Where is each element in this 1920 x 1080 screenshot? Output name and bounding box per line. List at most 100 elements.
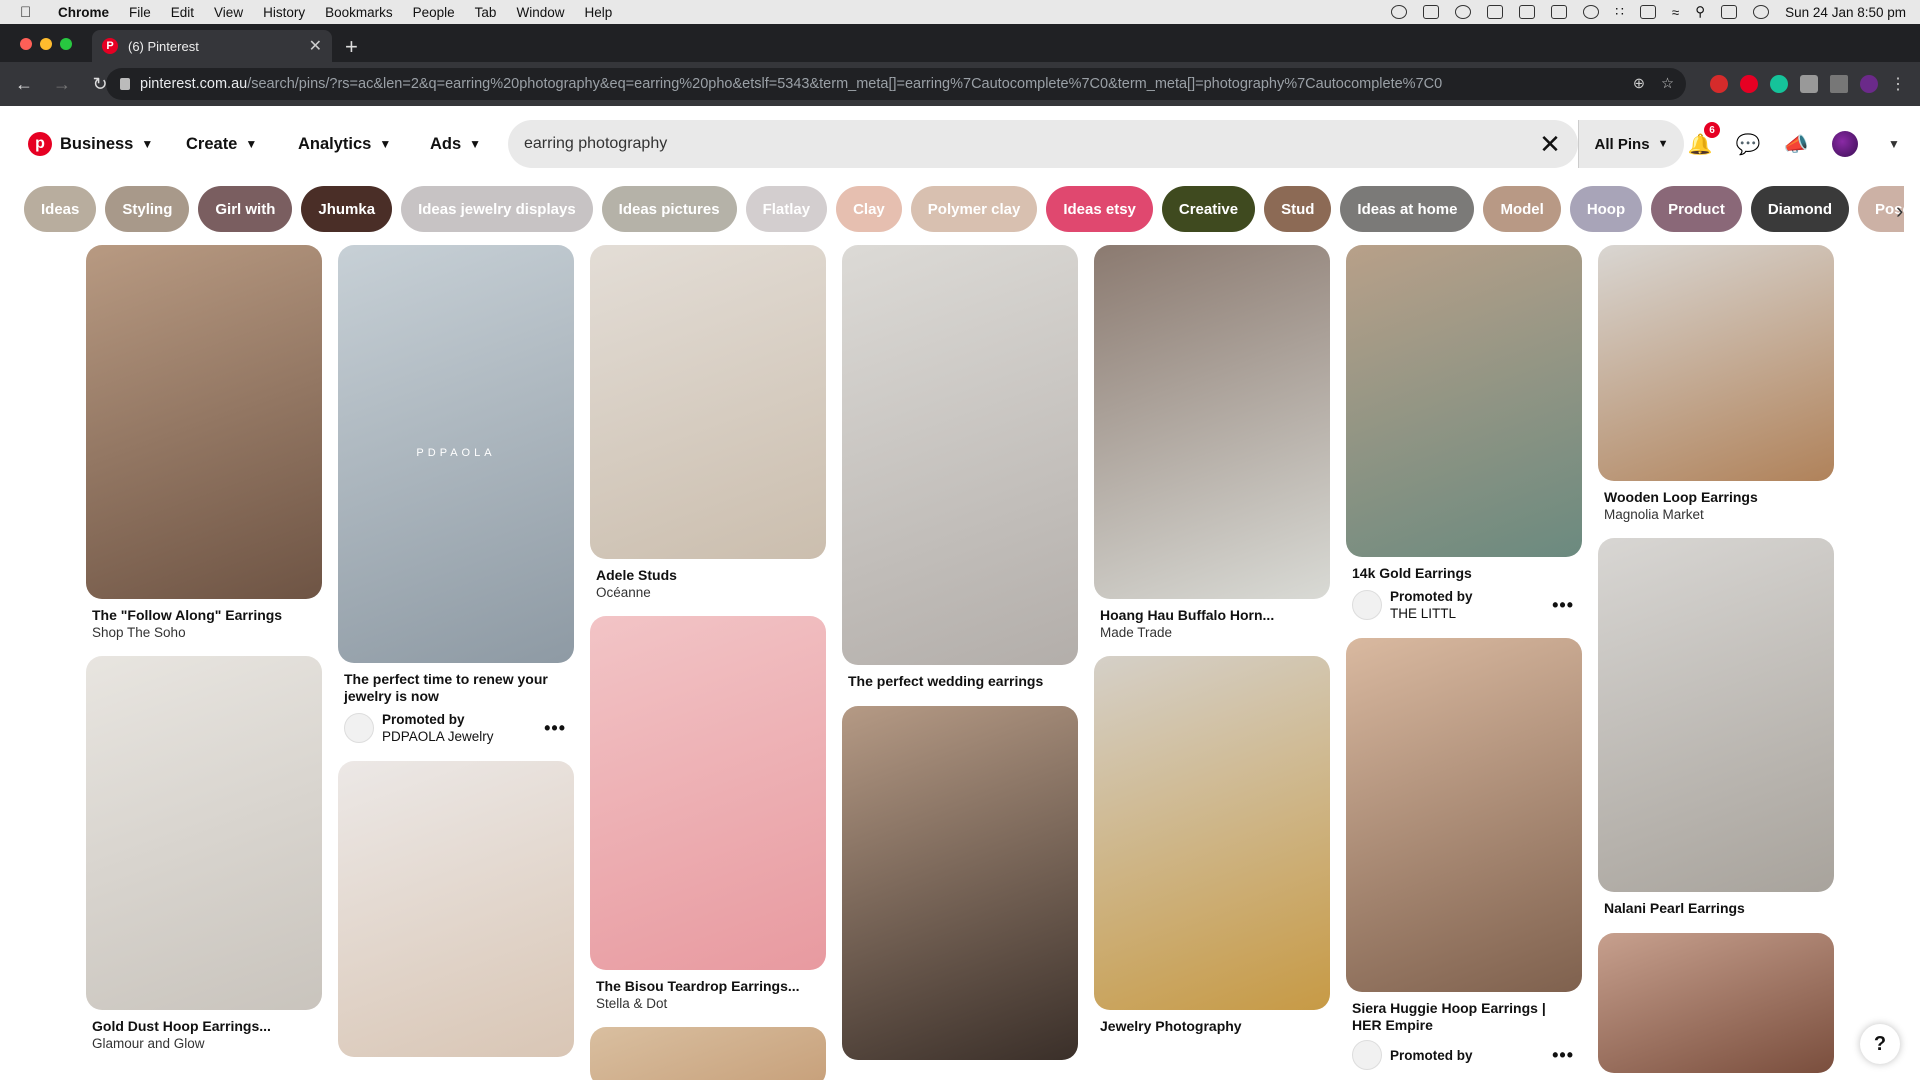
search-chip[interactable]: Flatlay <box>745 186 828 232</box>
spotlight-search-icon[interactable]: ⚲ <box>1695 4 1705 20</box>
pin-image[interactable] <box>1598 538 1834 892</box>
pin-image[interactable] <box>1598 245 1834 481</box>
pin-card[interactable]: PDPAOLA The perfect time to renew your je… <box>338 245 574 745</box>
control-center-icon[interactable] <box>1721 5 1738 19</box>
minimize-window-button[interactable] <box>40 38 52 50</box>
pin-card[interactable]: The perfect wedding earrings <box>842 245 1078 690</box>
grammarly-extension-icon[interactable] <box>1770 75 1788 93</box>
pin-image[interactable] <box>338 761 574 1057</box>
display-icon[interactable] <box>1487 5 1504 19</box>
more-options-icon[interactable]: ••• <box>1552 1045 1574 1066</box>
menu-window[interactable]: Window <box>516 5 564 20</box>
address-bar[interactable]: pinterest.com.au /search/pins/?rs=ac&len… <box>106 68 1686 100</box>
more-options-icon[interactable]: ••• <box>544 718 566 739</box>
pin-title[interactable]: The "Follow Along" Earrings <box>92 607 316 624</box>
bookmark-star-icon[interactable]: ☆ <box>1661 76 1674 92</box>
siri-icon[interactable] <box>1753 5 1770 19</box>
pin-image[interactable] <box>842 706 1078 1060</box>
pin-image[interactable] <box>1346 638 1582 992</box>
advertiser-avatar[interactable] <box>344 713 374 743</box>
pin-source[interactable]: Shop The Soho <box>92 625 316 640</box>
pin-card[interactable] <box>842 706 1078 1060</box>
bluetooth-icon[interactable]: ∷ <box>1615 4 1624 20</box>
pin-card[interactable] <box>1598 933 1834 1073</box>
pin-title[interactable]: Nalani Pearl Earrings <box>1604 900 1828 917</box>
advertiser-avatar[interactable] <box>1352 590 1382 620</box>
close-window-button[interactable] <box>20 38 32 50</box>
search-chip[interactable]: Ideas <box>24 186 97 232</box>
search-chip[interactable]: Stud <box>1264 186 1332 232</box>
pin-image[interactable] <box>1094 245 1330 599</box>
pin-title[interactable]: The perfect time to renew your jewelry i… <box>344 671 568 705</box>
updates-megaphone-icon[interactable]: 📣 <box>1784 132 1809 156</box>
pin-card[interactable]: Siera Huggie Hoop Earrings | HER Empire P… <box>1346 638 1582 1070</box>
battery-icon[interactable] <box>1639 5 1656 19</box>
pin-image[interactable] <box>1598 933 1834 1073</box>
pin-image[interactable] <box>1346 245 1582 557</box>
pin-card[interactable]: Adele Studs Océanne <box>590 245 826 600</box>
pin-title[interactable]: The perfect wedding earrings <box>848 673 1072 690</box>
search-chip[interactable]: Polymer clay <box>910 186 1038 232</box>
pin-card[interactable]: The Bisou Teardrop Earrings... Stella & D… <box>590 616 826 1011</box>
pin-source[interactable]: Stella & Dot <box>596 996 820 1011</box>
pin-image[interactable] <box>590 616 826 970</box>
extension-icon-1[interactable] <box>1710 75 1728 93</box>
nav-ads[interactable]: Ads ▼ <box>430 106 481 182</box>
search-chip[interactable]: Girl with <box>198 186 293 232</box>
menu-people[interactable]: People <box>413 5 455 20</box>
forward-arrow-icon[interactable]: → <box>48 74 76 95</box>
pin-image[interactable] <box>86 245 322 599</box>
search-chip[interactable]: Diamond <box>1750 186 1849 232</box>
browser-tab-pinterest[interactable]: P (6) Pinterest ✕ <box>92 30 332 62</box>
pin-title[interactable]: 14k Gold Earrings <box>1352 565 1576 582</box>
lock-icon[interactable] <box>120 78 130 90</box>
pin-source[interactable]: Océanne <box>596 585 820 600</box>
nav-business[interactable]: Business ▼ <box>60 106 153 182</box>
search-chip[interactable]: Ideas etsy <box>1046 186 1153 232</box>
pin-card[interactable]: Hoang Hau Buffalo Horn... Made Trade <box>1094 245 1330 640</box>
menu-edit[interactable]: Edit <box>171 5 194 20</box>
pin-image[interactable] <box>86 656 322 1010</box>
more-options-icon[interactable]: ••• <box>1552 595 1574 616</box>
search-chip[interactable]: Creative <box>1161 186 1256 232</box>
pin-image[interactable] <box>590 245 826 559</box>
menu-app-name[interactable]: Chrome <box>58 5 109 20</box>
account-chevron-down-icon[interactable]: ▼ <box>1882 132 1906 156</box>
menu-view[interactable]: View <box>214 5 243 20</box>
search-chip[interactable]: Jhumka <box>301 186 393 232</box>
pin-title[interactable]: Siera Huggie Hoop Earrings | HER Empire <box>1352 1000 1576 1034</box>
advertiser-avatar[interactable] <box>1352 1040 1382 1070</box>
puzzle-extensions-icon[interactable] <box>1800 75 1818 93</box>
advertiser-name[interactable]: THE LITTL <box>1390 606 1456 621</box>
install-icon[interactable]: ⊕ <box>1633 76 1645 92</box>
nav-analytics[interactable]: Analytics ▼ <box>298 106 391 182</box>
help-button[interactable]: ? <box>1860 1024 1900 1064</box>
pin-source[interactable]: Magnolia Market <box>1604 507 1828 522</box>
pin-filter-dropdown[interactable]: All Pins ▼ <box>1578 120 1684 168</box>
search-chip[interactable]: Model <box>1483 186 1561 232</box>
pin-card[interactable]: Jewelry Photography <box>1094 656 1330 1035</box>
back-arrow-icon[interactable]: ← <box>10 74 38 95</box>
play-icon[interactable] <box>1583 5 1600 19</box>
search-chip[interactable]: Product <box>1651 186 1742 232</box>
menu-help[interactable]: Help <box>584 5 612 20</box>
pin-card[interactable]: The "Follow Along" Earrings Shop The Soho <box>86 245 322 640</box>
menu-file[interactable]: File <box>129 5 151 20</box>
hd-icon[interactable] <box>1423 5 1440 19</box>
wifi-icon[interactable]: ≈ <box>1672 5 1679 20</box>
notifications-bell-icon[interactable]: 🔔 6 <box>1688 122 1720 156</box>
clear-search-icon[interactable]: ✕ <box>1522 120 1578 168</box>
pin-title[interactable]: Jewelry Photography <box>1100 1018 1324 1035</box>
reading-list-icon[interactable] <box>1830 75 1848 93</box>
search-chip[interactable]: Clay <box>836 186 902 232</box>
pin-card[interactable] <box>590 1027 826 1080</box>
pinterest-logo-icon[interactable]: p <box>28 132 52 156</box>
apple-icon[interactable]:  <box>20 4 38 21</box>
pin-image[interactable] <box>842 245 1078 665</box>
pin-card[interactable]: 14k Gold Earrings Promoted by THE LITTL ••• <box>1346 245 1582 622</box>
pin-source[interactable]: Glamour and Glow <box>92 1036 316 1051</box>
search-chip[interactable]: Hoop <box>1569 186 1643 232</box>
layout-icon[interactable] <box>1551 5 1568 19</box>
pin-title[interactable]: The Bisou Teardrop Earrings... <box>596 978 820 995</box>
menu-clock[interactable]: Sun 24 Jan 8:50 pm <box>1785 5 1906 20</box>
